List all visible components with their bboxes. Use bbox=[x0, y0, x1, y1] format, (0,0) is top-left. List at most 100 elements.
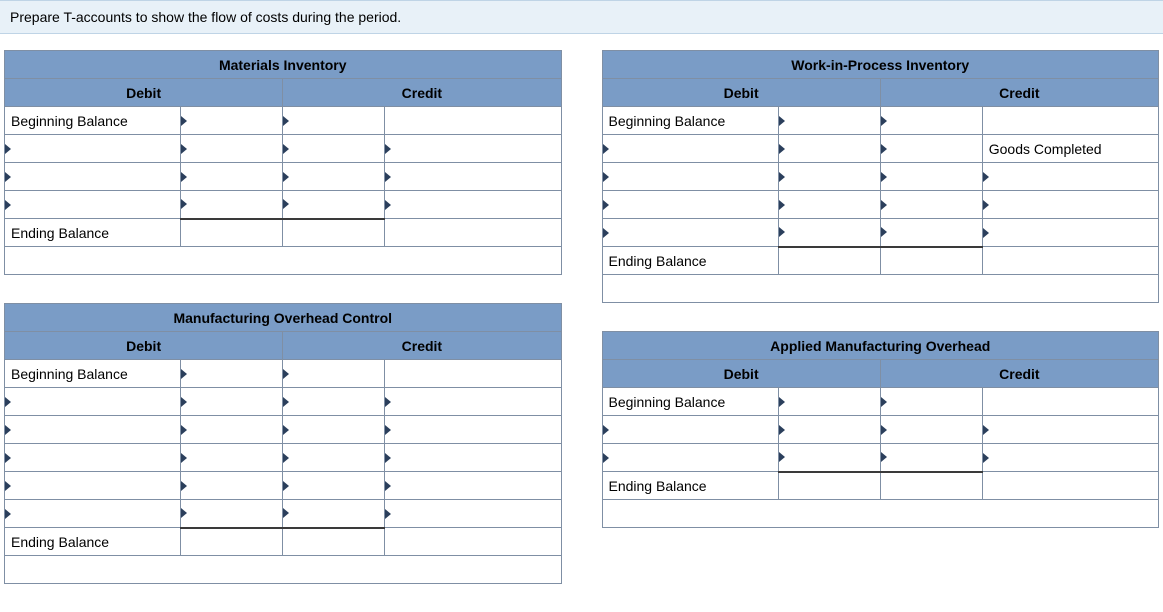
credit-amount-input[interactable] bbox=[880, 219, 982, 247]
debit-label-input[interactable] bbox=[602, 219, 778, 247]
debit-amount-input[interactable] bbox=[778, 163, 880, 191]
debit-label-input[interactable] bbox=[602, 444, 778, 472]
debit-amount-input[interactable] bbox=[181, 444, 283, 472]
ending-credit-amount[interactable] bbox=[880, 472, 982, 500]
debit-header: Debit bbox=[5, 79, 283, 107]
credit-amount-input[interactable] bbox=[283, 191, 385, 219]
credit-amount-input[interactable] bbox=[880, 416, 982, 444]
credit-amount-input[interactable] bbox=[880, 163, 982, 191]
debit-label-input[interactable] bbox=[602, 191, 778, 219]
credit-amount-input[interactable] bbox=[283, 163, 385, 191]
debit-amount-input[interactable] bbox=[778, 107, 880, 135]
row-label-beginning: Beginning Balance bbox=[5, 107, 181, 135]
credit-amount-input[interactable] bbox=[283, 107, 385, 135]
credit-amount-input[interactable] bbox=[283, 388, 385, 416]
row-label-goods-completed: Goods Completed bbox=[982, 135, 1158, 163]
credit-amount-input[interactable] bbox=[283, 444, 385, 472]
debit-amount-input[interactable] bbox=[778, 219, 880, 247]
credit-label-input[interactable] bbox=[385, 500, 561, 528]
t-account-applied-moh: Applied Manufacturing Overhead Debit Cre… bbox=[602, 331, 1160, 528]
debit-amount-input[interactable] bbox=[181, 163, 283, 191]
credit-amount-input[interactable] bbox=[880, 388, 982, 416]
debit-label-input[interactable] bbox=[5, 416, 181, 444]
t-accounts-grid: Materials Inventory Debit Credit Beginni… bbox=[0, 50, 1163, 612]
debit-amount-input[interactable] bbox=[778, 135, 880, 163]
credit-amount-input[interactable] bbox=[283, 360, 385, 388]
row-label-ending: Ending Balance bbox=[5, 528, 181, 556]
ending-credit-amount[interactable] bbox=[283, 528, 385, 556]
credit-amount-input[interactable] bbox=[880, 191, 982, 219]
debit-label-input[interactable] bbox=[5, 500, 181, 528]
row-label-blank bbox=[982, 388, 1158, 416]
debit-label-input[interactable] bbox=[602, 163, 778, 191]
row-label-blank bbox=[385, 107, 561, 135]
credit-label-input[interactable] bbox=[385, 163, 561, 191]
t-account-wip: Work-in-Process Inventory Debit Credit B… bbox=[602, 50, 1160, 303]
credit-label-input[interactable] bbox=[982, 416, 1158, 444]
right-column: Work-in-Process Inventory Debit Credit B… bbox=[602, 50, 1160, 612]
debit-header: Debit bbox=[602, 79, 880, 107]
debit-amount-input[interactable] bbox=[181, 360, 283, 388]
debit-amount-input[interactable] bbox=[181, 500, 283, 528]
row-label-blank bbox=[385, 528, 561, 556]
row-label-blank bbox=[385, 219, 561, 247]
credit-label-input[interactable] bbox=[385, 416, 561, 444]
credit-label-input[interactable] bbox=[385, 472, 561, 500]
spacer-row bbox=[5, 556, 562, 584]
debit-amount-input[interactable] bbox=[181, 107, 283, 135]
credit-label-input[interactable] bbox=[982, 444, 1158, 472]
row-label-blank bbox=[982, 107, 1158, 135]
credit-amount-input[interactable] bbox=[283, 472, 385, 500]
t-account-moh-control: Manufacturing Overhead Control Debit Cre… bbox=[4, 303, 562, 584]
debit-amount-input[interactable] bbox=[778, 388, 880, 416]
debit-label-input[interactable] bbox=[5, 135, 181, 163]
credit-header: Credit bbox=[880, 360, 1158, 388]
debit-label-input[interactable] bbox=[5, 472, 181, 500]
credit-amount-input[interactable] bbox=[283, 135, 385, 163]
debit-header: Debit bbox=[602, 360, 880, 388]
ending-credit-amount[interactable] bbox=[283, 219, 385, 247]
credit-header: Credit bbox=[283, 332, 561, 360]
credit-label-input[interactable] bbox=[982, 191, 1158, 219]
ending-credit-amount[interactable] bbox=[880, 247, 982, 275]
credit-amount-input[interactable] bbox=[880, 135, 982, 163]
credit-label-input[interactable] bbox=[385, 388, 561, 416]
row-label-blank bbox=[982, 472, 1158, 500]
debit-amount-input[interactable] bbox=[181, 416, 283, 444]
left-column: Materials Inventory Debit Credit Beginni… bbox=[4, 50, 562, 612]
ending-debit-amount[interactable] bbox=[778, 472, 880, 500]
debit-label-input[interactable] bbox=[602, 135, 778, 163]
debit-label-input[interactable] bbox=[5, 163, 181, 191]
row-label-ending: Ending Balance bbox=[602, 247, 778, 275]
t-account-materials: Materials Inventory Debit Credit Beginni… bbox=[4, 50, 562, 275]
debit-label-input[interactable] bbox=[5, 388, 181, 416]
credit-amount-input[interactable] bbox=[283, 500, 385, 528]
credit-label-input[interactable] bbox=[385, 191, 561, 219]
debit-amount-input[interactable] bbox=[778, 444, 880, 472]
debit-label-input[interactable] bbox=[5, 444, 181, 472]
spacer-row bbox=[602, 500, 1159, 528]
debit-label-input[interactable] bbox=[5, 191, 181, 219]
credit-label-input[interactable] bbox=[385, 444, 561, 472]
question-prompt: Prepare T-accounts to show the flow of c… bbox=[0, 0, 1163, 34]
debit-amount-input[interactable] bbox=[181, 135, 283, 163]
ending-debit-amount[interactable] bbox=[181, 219, 283, 247]
credit-amount-input[interactable] bbox=[880, 107, 982, 135]
debit-amount-input[interactable] bbox=[181, 191, 283, 219]
ending-debit-amount[interactable] bbox=[181, 528, 283, 556]
debit-amount-input[interactable] bbox=[778, 416, 880, 444]
credit-header: Credit bbox=[880, 79, 1158, 107]
credit-label-input[interactable] bbox=[982, 163, 1158, 191]
credit-label-input[interactable] bbox=[982, 219, 1158, 247]
ending-debit-amount[interactable] bbox=[778, 247, 880, 275]
debit-amount-input[interactable] bbox=[181, 472, 283, 500]
debit-amount-input[interactable] bbox=[778, 191, 880, 219]
debit-label-input[interactable] bbox=[602, 416, 778, 444]
row-label-ending: Ending Balance bbox=[602, 472, 778, 500]
credit-amount-input[interactable] bbox=[880, 444, 982, 472]
debit-header: Debit bbox=[5, 332, 283, 360]
credit-label-input[interactable] bbox=[385, 135, 561, 163]
credit-header: Credit bbox=[283, 79, 561, 107]
credit-amount-input[interactable] bbox=[283, 416, 385, 444]
debit-amount-input[interactable] bbox=[181, 388, 283, 416]
